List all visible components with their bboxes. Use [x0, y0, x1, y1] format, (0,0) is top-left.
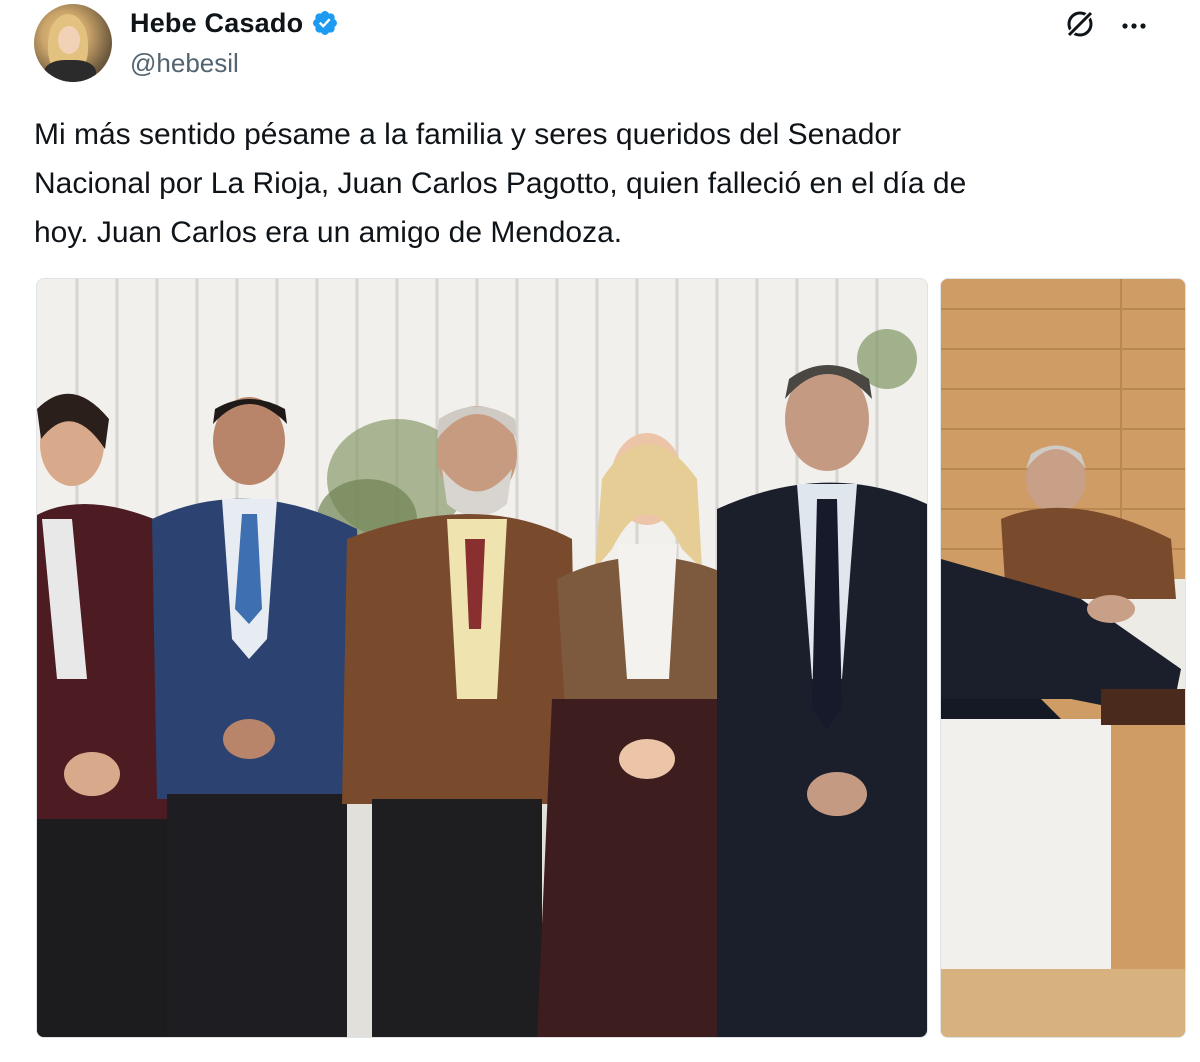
author-display-name[interactable]: Hebe Casado — [130, 8, 303, 39]
tweet: Hebe Casado @hebesil Mi más sentido pésa… — [0, 0, 1200, 1062]
author-handle[interactable]: @hebesil — [130, 48, 239, 79]
avatar[interactable] — [34, 4, 112, 82]
more-options-icon[interactable] — [1116, 8, 1152, 44]
avatar-face — [58, 26, 80, 54]
group-photo-illustration — [37, 279, 927, 1037]
verified-badge-icon — [313, 11, 338, 35]
sofa-photo-illustration — [941, 279, 1185, 1037]
tweet-text: Mi más sentido pésame a la familia y ser… — [34, 118, 967, 249]
tweet-photo-group[interactable] — [36, 278, 928, 1038]
avatar-body — [44, 60, 96, 82]
tweet-photo-sofa[interactable] — [940, 278, 1186, 1038]
grok-icon[interactable] — [1062, 6, 1098, 42]
author-name-row: Hebe Casado — [130, 6, 339, 40]
